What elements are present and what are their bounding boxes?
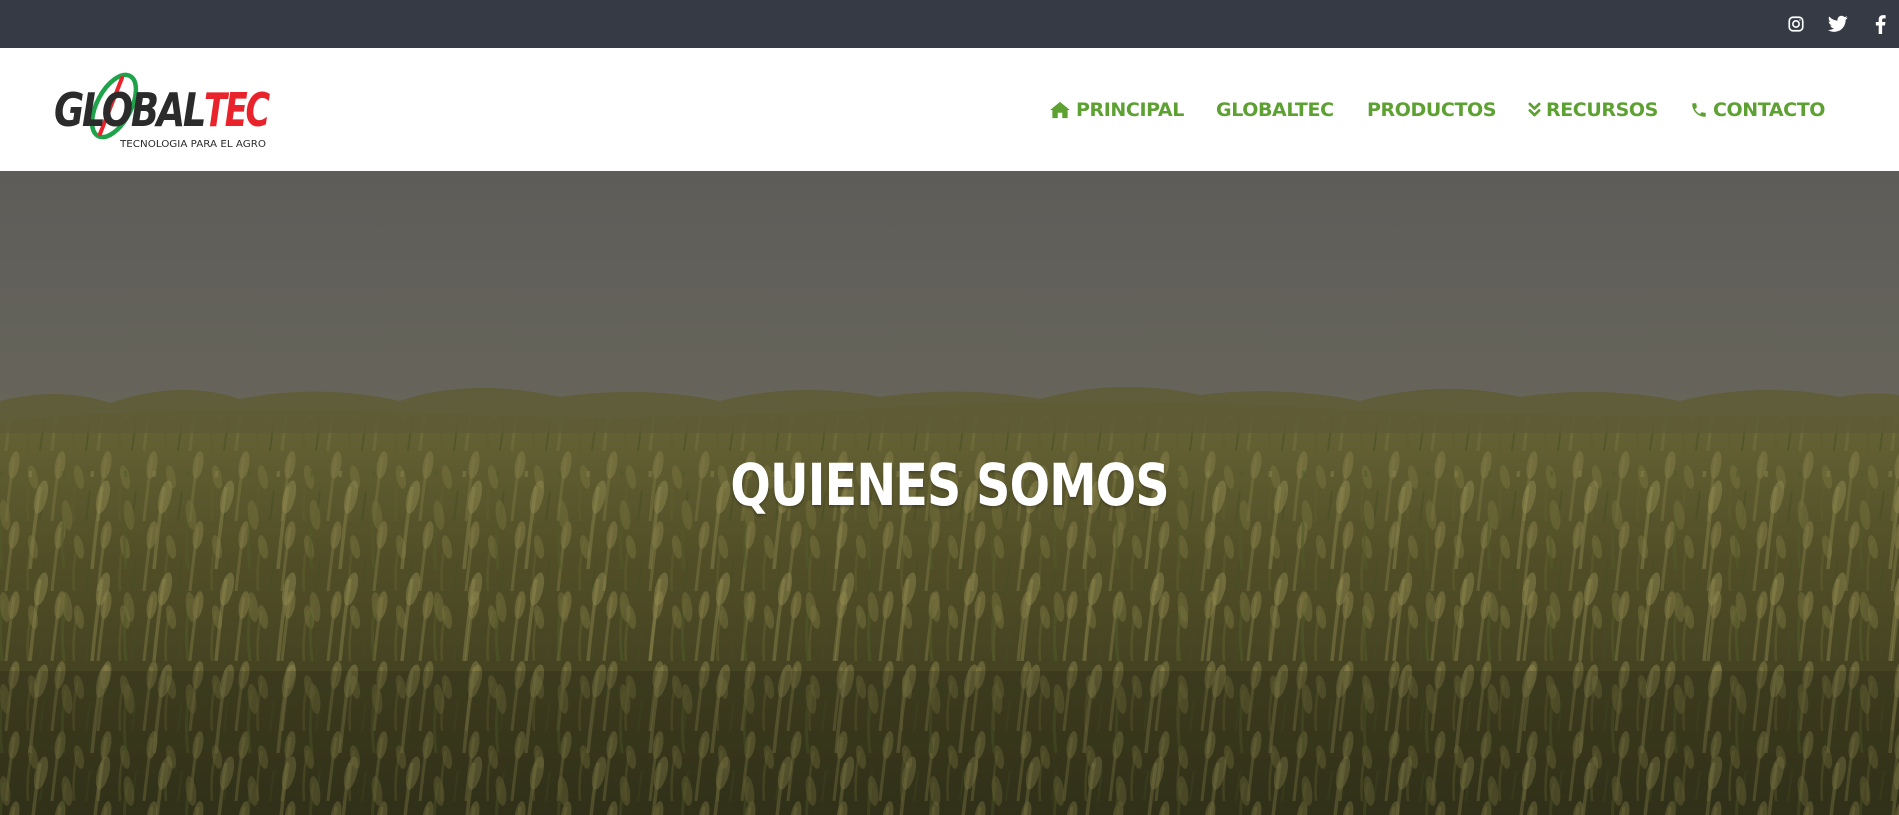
- site-header: GLOBAL TEC TECNOLOGIA PARA EL AGRO PRINC…: [0, 48, 1899, 171]
- nav-recursos[interactable]: RECURSOS: [1528, 48, 1658, 171]
- nav-principal-label: PRINCIPAL: [1076, 98, 1184, 121]
- nav-contacto-label: CONTACTO: [1713, 98, 1826, 121]
- hero-banner: QUIENES SOMOS: [0, 171, 1899, 815]
- phone-icon: [1690, 101, 1708, 119]
- nav-principal[interactable]: PRINCIPAL: [1049, 48, 1184, 171]
- nav-productos[interactable]: PRODUCTOS: [1367, 48, 1496, 171]
- nav-recursos-label: RECURSOS: [1546, 98, 1658, 121]
- facebook-icon[interactable]: [1866, 0, 1894, 48]
- logo-brand-dark: GLOBAL: [54, 83, 205, 137]
- nav-contacto[interactable]: CONTACTO: [1690, 48, 1825, 171]
- logo-brand-accent: TEC: [204, 83, 270, 137]
- nav-productos-label: PRODUCTOS: [1367, 98, 1497, 121]
- globaltec-logo[interactable]: GLOBAL TEC TECNOLOGIA PARA EL AGRO: [52, 64, 272, 152]
- instagram-icon[interactable]: [1782, 0, 1810, 48]
- twitter-icon[interactable]: [1824, 0, 1852, 48]
- top-bar: [0, 0, 1899, 48]
- home-icon: [1049, 101, 1071, 119]
- hero-title: QUIENES SOMOS: [730, 451, 1169, 519]
- nav-globaltec[interactable]: GLOBALTEC: [1216, 48, 1334, 171]
- logo-tagline: TECNOLOGIA PARA EL AGRO: [119, 139, 266, 150]
- nav-globaltec-label: GLOBALTEC: [1216, 98, 1334, 121]
- double-chevron-down-icon: [1528, 101, 1541, 118]
